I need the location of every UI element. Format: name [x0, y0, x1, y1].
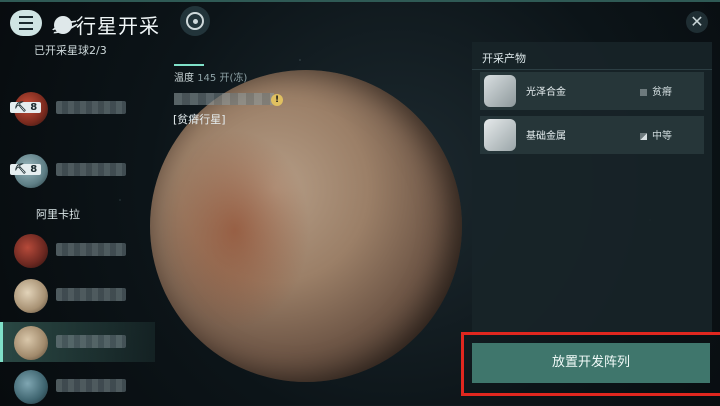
metal-icon	[484, 119, 516, 151]
planet-list-item[interactable]: ⛏ 8	[0, 88, 155, 128]
deploy-array-button[interactable]: 放置开发阵列	[472, 343, 710, 383]
alloy-icon	[484, 75, 516, 107]
planet-icon	[54, 15, 72, 34]
planet-thumbnail	[14, 279, 48, 313]
resource-name: 基础金属	[526, 131, 566, 142]
panel-divider	[472, 69, 712, 70]
temperature-label: 温度	[174, 73, 194, 84]
resource-row[interactable]: 光泽合金 贫瘠	[480, 72, 704, 110]
planet-thumbnail	[14, 326, 48, 360]
planet-type: [贫瘠行星]	[173, 113, 226, 126]
grade-low-icon	[640, 88, 647, 96]
warning-icon[interactable]: !	[271, 94, 283, 106]
title-area: 行星开采	[54, 10, 160, 39]
target-icon	[186, 12, 204, 30]
planet-thumbnail	[14, 370, 48, 404]
planet-name-blurred	[56, 335, 126, 348]
planet-list-item[interactable]	[0, 230, 155, 270]
locate-button[interactable]	[180, 6, 210, 36]
menu-icon	[19, 14, 33, 32]
panel-title: 开采产物	[482, 52, 526, 65]
menu-button[interactable]	[10, 10, 42, 36]
resource-name: 光泽合金	[526, 87, 566, 98]
system-label: 阿里卡拉	[36, 208, 80, 221]
resource-grade: 贫瘠	[640, 83, 672, 98]
mined-count: 已开采星球2/3	[34, 44, 107, 57]
close-button[interactable]: ✕	[686, 11, 708, 33]
planet-thumbnail	[14, 234, 48, 268]
top-accent-line	[0, 0, 720, 2]
mining-badge: ⛏ 8	[10, 102, 42, 113]
planet-name-blurred	[56, 379, 126, 392]
planet-list-item[interactable]	[0, 366, 155, 406]
mining-products-panel: 开采产物 光泽合金 贫瘠 基础金属 中等	[472, 42, 712, 332]
resource-row[interactable]: 基础金属 中等	[480, 116, 704, 154]
planet-name-blurred	[56, 288, 126, 301]
mining-badge: ⛏ 8	[10, 164, 42, 175]
temperature-value: 145 开(冻)	[197, 73, 248, 84]
planet-name-blurred	[56, 243, 126, 256]
planet-list-item-selected[interactable]	[0, 322, 155, 362]
temperature-info: 温度 145 开(冻)	[174, 69, 247, 84]
planet-name-blurred	[56, 101, 126, 114]
close-icon: ✕	[690, 12, 704, 31]
resource-grade: 中等	[640, 127, 672, 142]
planet-name-blurred	[56, 163, 126, 176]
planet-list-item[interactable]: ⛏ 8	[0, 150, 155, 190]
temp-indicator	[174, 64, 204, 66]
planet-name-blurred	[174, 93, 274, 105]
page-title: 行星开采	[76, 14, 160, 38]
planet-list-item[interactable]	[0, 275, 155, 315]
grade-medium-icon	[640, 132, 647, 140]
